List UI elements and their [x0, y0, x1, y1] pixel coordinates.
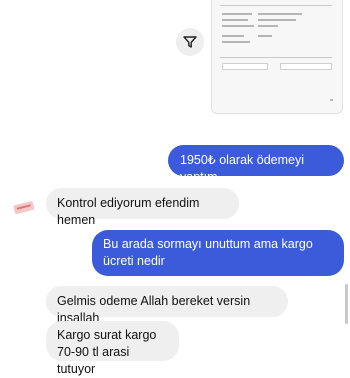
incoming-message[interactable]: Kontrol ediyorum efendim hemen [46, 188, 239, 227]
message-text: Kontrol ediyorum efendim hemen [57, 196, 200, 227]
incoming-message[interactable]: Gelmis odeme Allah bereket versin insall… [46, 286, 288, 325]
message-text: Kargo surat kargo 70-90 tl arasi tutuyor [57, 328, 157, 376]
filter-icon [183, 36, 197, 48]
scrollbar[interactable] [345, 284, 348, 324]
seller-avatar[interactable] [12, 196, 36, 220]
seller-avatar-icon [13, 201, 35, 214]
attached-receipt-image[interactable] [211, 0, 343, 114]
message-text: Bu arada sormayı unuttum ama kargo ücret… [103, 237, 313, 268]
chat-screen: 1950₺ olarak ödemeyi yaptım Kontrol ediy… [0, 0, 350, 376]
filter-button[interactable] [176, 28, 204, 56]
incoming-message[interactable]: Kargo surat kargo 70-90 tl arasi tutuyor [46, 321, 179, 376]
message-text: 1950₺ olarak ödemeyi yaptım [180, 153, 304, 184]
outgoing-message[interactable]: Bu arada sormayı unuttum ama kargo ücret… [92, 230, 344, 276]
outgoing-message[interactable]: 1950₺ olarak ödemeyi yaptım [168, 145, 344, 184]
